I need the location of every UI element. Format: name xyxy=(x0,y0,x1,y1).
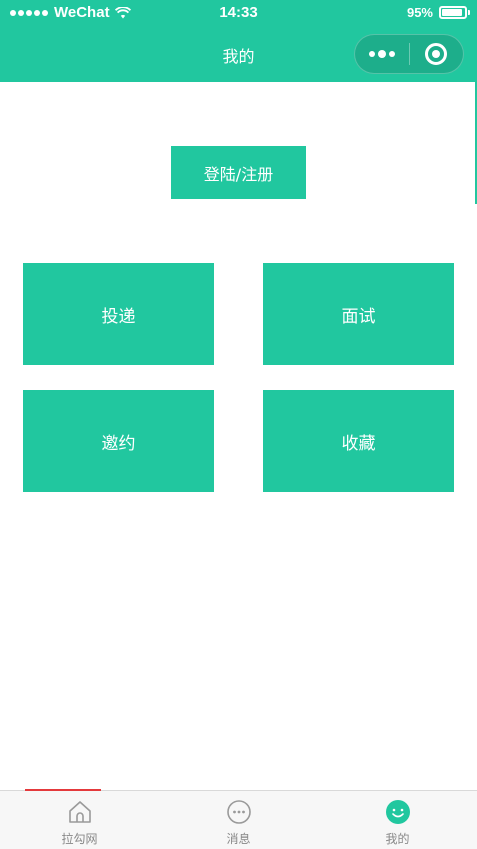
tile-invitation[interactable]: 邀约 xyxy=(23,390,214,492)
smile-icon xyxy=(384,798,412,826)
tab-messages[interactable]: 消息 xyxy=(159,791,318,849)
more-button[interactable] xyxy=(355,35,409,73)
battery-icon xyxy=(439,6,470,19)
status-time: 14:33 xyxy=(219,4,258,21)
tab-label-home: 拉勾网 xyxy=(61,832,98,846)
tab-bar: 拉勾网 消息 我的 xyxy=(0,789,477,849)
login-register-button[interactable]: 登陆/注册 xyxy=(171,146,306,199)
tile-deliver[interactable]: 投递 xyxy=(23,263,214,365)
tab-home[interactable]: 拉勾网 xyxy=(0,791,159,849)
more-icon xyxy=(368,51,375,57)
tile-interview[interactable]: 面试 xyxy=(263,263,454,365)
top-bar: WeChat 14:33 95% 我的 xyxy=(0,0,477,82)
tab-me[interactable]: 我的 xyxy=(318,791,477,849)
battery-status: 95% xyxy=(406,5,470,20)
tab-label-me: 我的 xyxy=(385,832,410,846)
chat-icon xyxy=(225,798,253,826)
nav-bar: 我的 xyxy=(0,26,477,82)
miniprogram-capsule xyxy=(354,34,464,74)
close-miniprogram-button[interactable] xyxy=(409,35,463,73)
battery-percent: 95% xyxy=(406,5,433,20)
target-icon xyxy=(425,43,448,65)
app-screen: WeChat 14:33 95% 我的 登陆/注册 投递 面试 邀约 收藏 拉勾… xyxy=(0,0,477,849)
tab-label-messages: 消息 xyxy=(226,832,251,846)
tile-favorites[interactable]: 收藏 xyxy=(263,390,454,492)
status-bar: WeChat 14:33 95% xyxy=(0,0,477,26)
home-icon xyxy=(66,798,94,826)
